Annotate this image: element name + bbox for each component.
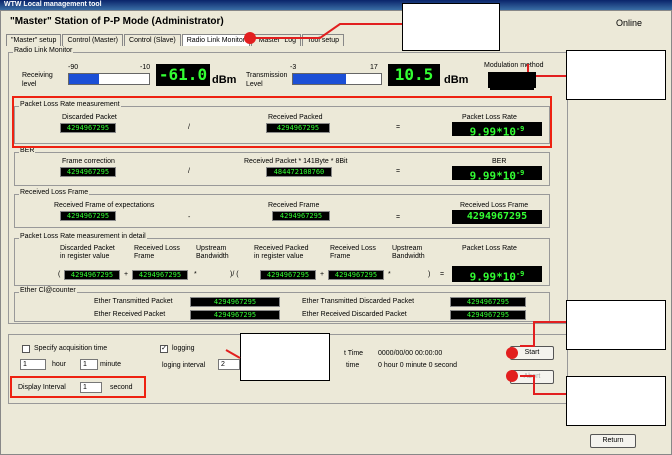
marker-modulation xyxy=(488,72,536,88)
arrow-start xyxy=(520,321,566,347)
annotation-arrows xyxy=(225,23,566,395)
marker-tab xyxy=(244,32,256,44)
marker-start xyxy=(506,347,518,359)
arrow-logging xyxy=(225,349,241,359)
arrow-abort xyxy=(520,375,566,395)
marker-abort xyxy=(506,370,518,382)
arrow-tab xyxy=(255,23,402,39)
